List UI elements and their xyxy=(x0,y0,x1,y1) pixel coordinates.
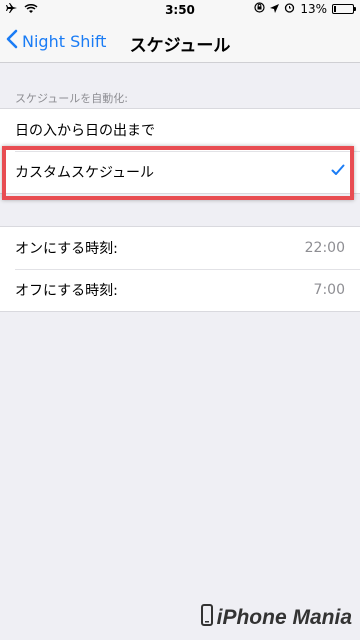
off-time-label: オフにする時刻: xyxy=(15,283,118,299)
location-icon xyxy=(270,2,280,16)
off-time-row[interactable]: オフにする時刻: 7:00 xyxy=(0,269,360,311)
status-right: 13% xyxy=(254,2,356,16)
on-time-value: 22:00 xyxy=(304,240,345,256)
rotation-lock-icon xyxy=(254,2,265,16)
watermark-logo: iPhone Mania xyxy=(200,604,352,632)
off-time-value: 7:00 xyxy=(313,282,345,298)
watermark-text: iPhone Mania xyxy=(216,606,352,629)
page-title: スケジュール xyxy=(129,36,231,56)
times-group: オンにする時刻: 22:00 オフにする時刻: 7:00 xyxy=(0,226,360,312)
battery-percent: 13% xyxy=(300,2,327,16)
alarm-icon xyxy=(284,2,295,16)
option-label: 日の入から日の出まで xyxy=(15,123,155,139)
phone-icon xyxy=(200,604,213,632)
battery-icon xyxy=(332,4,356,14)
on-time-label: オンにする時刻: xyxy=(15,241,118,257)
battery-fill xyxy=(334,6,336,12)
option-label: カスタムスケジュール xyxy=(15,165,155,181)
option-sunset-to-sunrise[interactable]: 日の入から日の出まで xyxy=(0,109,360,151)
checkmark-icon xyxy=(331,164,345,180)
schedule-options-group: 日の入から日の出まで カスタムスケジュール xyxy=(0,108,360,194)
status-bar: 3:50 13% xyxy=(0,0,360,20)
section-header-schedule: スケジュールを自動化: xyxy=(15,92,128,105)
navigation-bar: Night Shift スケジュール xyxy=(0,20,360,63)
on-time-row[interactable]: オンにする時刻: 22:00 xyxy=(0,227,360,269)
option-custom-schedule[interactable]: カスタムスケジュール xyxy=(0,151,360,193)
